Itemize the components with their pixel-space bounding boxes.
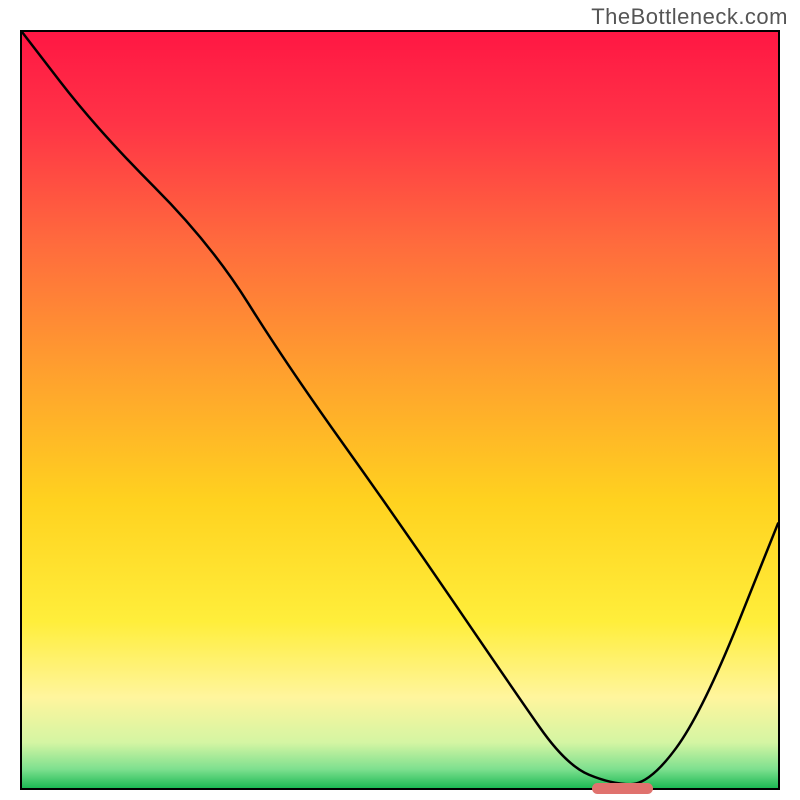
chart-container: TheBottleneck.com — [0, 0, 800, 800]
chart-frame — [20, 30, 780, 790]
watermark-text: TheBottleneck.com — [591, 4, 788, 30]
optimal-range-marker — [592, 783, 653, 794]
bottleneck-curve — [22, 32, 778, 788]
